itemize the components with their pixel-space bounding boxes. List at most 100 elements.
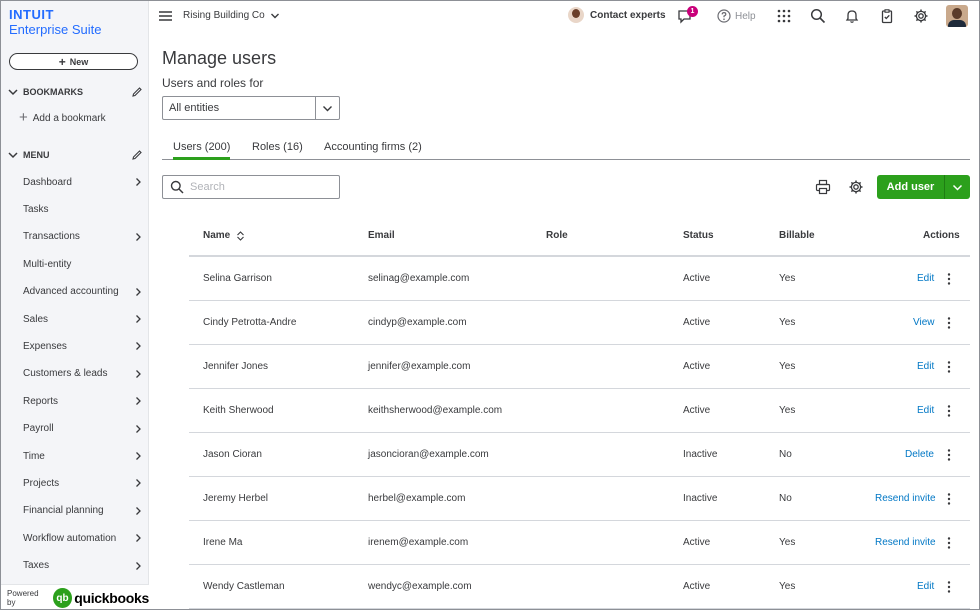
entity-select[interactable]: All entities [162, 96, 340, 120]
cell-name: Jason Cioran [203, 449, 262, 460]
page-subtitle: Users and roles for [162, 76, 264, 90]
chevron-right-icon [136, 424, 141, 433]
sidebar-item-label: Customers & leads [23, 368, 108, 380]
sidebar-item-payroll[interactable]: Payroll [23, 420, 143, 438]
kebab-icon[interactable] [944, 492, 954, 506]
cell-status: Active [683, 537, 711, 548]
bell-icon[interactable] [844, 8, 860, 24]
chevron-right-icon [136, 342, 141, 351]
cell-email: cindyp@example.com [368, 317, 467, 328]
apps-grid-icon[interactable] [776, 8, 792, 24]
chevron-down-icon [8, 152, 18, 159]
sidebar-item-label: Time [23, 450, 45, 462]
view-link[interactable]: View [913, 317, 935, 328]
sidebar-item-sales[interactable]: Sales [23, 310, 143, 328]
resend-invite-link[interactable]: Resend invite [875, 493, 936, 504]
sidebar-item-advanced-accounting[interactable]: Advanced accounting [23, 283, 143, 301]
help-label: Help [735, 10, 756, 22]
entity-select-toggle[interactable] [315, 97, 339, 119]
kebab-icon[interactable] [944, 580, 954, 594]
gear-icon[interactable] [913, 8, 929, 24]
column-header-role: Role [546, 230, 568, 241]
add-user-dropdown[interactable] [945, 175, 970, 199]
help-icon [717, 9, 731, 23]
brand-suite: Enterprise Suite [9, 22, 102, 37]
add-bookmark-link[interactable]: + Add a bookmark [19, 109, 106, 126]
cell-name: Irene Ma [203, 537, 243, 548]
sidebar-item-reports[interactable]: Reports [23, 392, 143, 410]
bookmarks-header[interactable]: BOOKMARKS [7, 84, 143, 100]
edit-link[interactable]: Edit [917, 273, 934, 284]
edit-link[interactable]: Edit [917, 361, 934, 372]
search-input[interactable]: Search [162, 175, 340, 199]
column-header-name-label: Name [203, 230, 231, 241]
app-window: INTUIT Enterprise Suite + New BOOKMARKS … [0, 0, 980, 610]
brand-logo: INTUIT Enterprise Suite [9, 7, 102, 37]
add-user-label[interactable]: Add user [877, 175, 945, 199]
cell-billable: No [779, 493, 792, 504]
sidebar-item-label: Payroll [23, 423, 54, 435]
chevron-right-icon [136, 506, 141, 515]
sidebar-item-label: Expenses [23, 340, 67, 352]
sidebar-item-taxes[interactable]: Taxes [23, 557, 143, 575]
clipboard-icon[interactable] [879, 8, 895, 24]
sidebar-item-transactions[interactable]: Transactions [23, 228, 143, 246]
column-header-name[interactable]: Name [203, 230, 245, 241]
plus-icon: + [19, 109, 28, 126]
kebab-icon[interactable] [944, 448, 954, 462]
bookmarks-label: BOOKMARKS [23, 87, 83, 97]
help-button[interactable]: Help [717, 9, 756, 23]
chevron-down-icon [952, 184, 963, 191]
cell-email: irenem@example.com [368, 537, 469, 548]
tab-roles[interactable]: Roles (16) [252, 141, 303, 153]
table-row: Jennifer Jones jennifer@example.com Active… [189, 345, 970, 389]
sidebar-item-customers-leads[interactable]: Customers & leads [23, 365, 143, 383]
cell-billable: Yes [779, 537, 796, 548]
pencil-icon[interactable] [131, 86, 143, 98]
sidebar-item-workflow-automation[interactable]: Workflow automation [23, 529, 143, 547]
sidebar-item-projects[interactable]: Projects [23, 474, 143, 492]
tab-accounting-firms[interactable]: Accounting firms (2) [324, 141, 422, 153]
contact-experts-button[interactable]: Contact experts [568, 7, 666, 23]
printer-icon[interactable] [815, 179, 831, 195]
menu-header[interactable]: MENU [7, 147, 143, 163]
kebab-icon[interactable] [944, 272, 954, 286]
edit-link[interactable]: Edit [917, 581, 934, 592]
sidebar-item-label: Projects [23, 477, 60, 489]
chevron-down-icon [270, 13, 279, 18]
table-row: Wendy Castleman wendyc@example.com Active Y… [189, 565, 970, 609]
new-button[interactable]: + New [9, 53, 138, 70]
table-row: Selina Garrison selinag@example.com Active… [189, 257, 970, 301]
sidebar-item-dashboard[interactable]: Dashboard [23, 173, 143, 191]
users-table: Name Email Role Status Billable Actions … [189, 213, 970, 609]
cell-email: jennifer@example.com [368, 361, 471, 372]
sidebar-item-expenses[interactable]: Expenses [23, 337, 143, 355]
kebab-icon[interactable] [944, 536, 954, 550]
kebab-icon[interactable] [944, 404, 954, 418]
gear-icon[interactable] [848, 179, 864, 195]
quickbooks-logo-icon: qb [52, 588, 73, 608]
hamburger-icon[interactable] [159, 10, 172, 22]
cell-name: Selina Garrison [203, 273, 272, 284]
search-icon[interactable] [810, 8, 826, 24]
resend-invite-link[interactable]: Resend invite [875, 537, 936, 548]
kebab-icon[interactable] [944, 316, 954, 330]
sidebar-item-tasks[interactable]: Tasks [23, 200, 143, 218]
tab-users[interactable]: Users (200) [173, 141, 231, 160]
edit-link[interactable]: Edit [917, 405, 934, 416]
sidebar-item-financial-planning[interactable]: Financial planning [23, 502, 143, 520]
sidebar-item-multi-entity[interactable]: Multi-entity [23, 255, 143, 273]
pencil-icon[interactable] [131, 149, 143, 161]
sidebar-item-label: Transactions [23, 231, 80, 243]
add-user-button[interactable]: Add user [877, 175, 970, 199]
delete-link[interactable]: Delete [905, 449, 934, 460]
sidebar-item-time[interactable]: Time [23, 447, 143, 465]
expert-avatar [568, 7, 584, 23]
kebab-icon[interactable] [944, 360, 954, 374]
tab-bar: Users (200) Roles (16) Accounting firms … [162, 136, 970, 160]
column-header-status: Status [683, 230, 714, 241]
new-button-label: New [69, 56, 89, 67]
user-avatar[interactable] [946, 5, 968, 27]
company-switcher[interactable]: Rising Building Co [183, 10, 280, 21]
sort-icon [237, 230, 245, 241]
